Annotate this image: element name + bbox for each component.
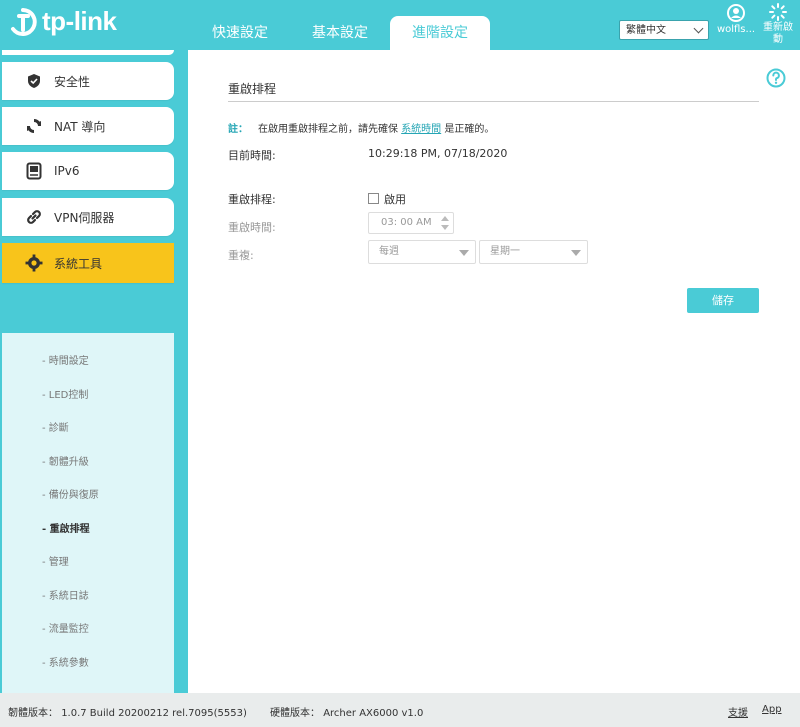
gear-icon xyxy=(22,254,46,272)
hardware-value: Archer AX6000 v1.0 xyxy=(323,708,424,719)
reboot-label: 重新啟動 xyxy=(763,22,793,45)
app-link[interactable]: App xyxy=(762,704,782,715)
chevron-down-icon xyxy=(693,23,704,34)
main-panel: 重啟排程 註： 在啟用重啟排程之前，請先確保 系統時間 是正確的。 目前時間: 1… xyxy=(188,50,800,693)
submenu-item-led-control[interactable]: - LED控制 xyxy=(42,389,88,403)
hardware-label: 硬體版本： xyxy=(270,708,320,719)
weekday-value: 星期一 xyxy=(490,246,520,257)
sidebar-item-label: 系統工具 xyxy=(54,256,103,271)
tp-link-logo[interactable]: tp-link xyxy=(8,6,117,37)
reboot-time-value: 03: 00 AM xyxy=(381,217,432,228)
sidebar: 安全性 NAT 導向 IPv6 VPN伺服器 系統工具 - 時間設定 - LED… xyxy=(0,50,188,693)
sidebar-item-security[interactable]: 安全性 xyxy=(2,62,174,100)
sidebar-item-ipv6[interactable]: IPv6 xyxy=(2,152,174,190)
tab-basic[interactable]: 基本設定 xyxy=(290,16,390,50)
sidebar-item-nat[interactable]: NAT 導向 xyxy=(2,107,174,145)
reboot-button[interactable]: 重新啟動 xyxy=(760,3,796,46)
sidebar-item-vpn[interactable]: VPN伺服器 xyxy=(2,198,174,236)
submenu-item-backup-restore[interactable]: - 備份與復原 xyxy=(42,489,99,503)
firmware-version: 韌體版本： 1.0.7 Build 20200212 rel.7095(5553… xyxy=(8,704,247,719)
submenu-item-firmware-upgrade[interactable]: - 韌體升級 xyxy=(42,456,89,470)
caret-down-icon xyxy=(571,250,581,256)
enable-label: 啟用 xyxy=(384,193,406,206)
sidebar-item-system-tools[interactable]: 系統工具 xyxy=(2,243,174,283)
repeat-label: 重複: xyxy=(228,249,254,262)
note-text: 註： 在啟用重啟排程之前，請先確保 系統時間 是正確的。 xyxy=(228,120,494,135)
tp-link-logo-icon xyxy=(11,7,37,36)
ipv6-icon xyxy=(22,162,46,180)
current-time-value: 10:29:18 PM, 07/18/2020 xyxy=(368,147,508,160)
note-before: 在啟用重啟排程之前，請先確保 xyxy=(258,124,398,135)
page-title: 重啟排程 xyxy=(228,82,277,96)
submenu-item-system-log[interactable]: - 系統日誌 xyxy=(42,590,89,604)
note-after: 是正確的。 xyxy=(444,124,495,135)
enable-checkbox[interactable] xyxy=(368,193,379,204)
submenu-item-system-parameters[interactable]: - 系統參數 xyxy=(42,657,89,671)
firmware-value: 1.0.7 Build 20200212 rel.7095(5553) xyxy=(61,708,247,719)
language-value: 繁體中文 xyxy=(626,25,666,36)
submenu-item-administration[interactable]: - 管理 xyxy=(42,556,69,570)
firmware-label: 韌體版本： xyxy=(8,708,58,719)
reboot-time-input[interactable]: 03: 00 AM xyxy=(368,212,454,234)
title-divider xyxy=(228,101,759,102)
tab-quick-setup[interactable]: 快速設定 xyxy=(190,16,290,50)
reboot-time-label: 重啟時間: xyxy=(228,221,276,234)
user-button[interactable]: wolfls... xyxy=(714,3,758,36)
nat-icon xyxy=(22,117,46,135)
submenu-item-reboot-schedule[interactable]: - 重啟排程 xyxy=(42,523,90,537)
support-link[interactable]: 支援 xyxy=(728,704,748,719)
repeat-value: 每週 xyxy=(379,246,399,257)
shield-icon xyxy=(22,73,46,89)
note-label: 註： xyxy=(228,124,248,135)
system-time-link[interactable]: 系統時間 xyxy=(401,124,441,135)
repeat-select[interactable]: 每週 xyxy=(368,240,476,264)
enable-checkbox-row[interactable]: 啟用 xyxy=(368,191,406,207)
sidebar-item-label: VPN伺服器 xyxy=(54,210,115,225)
top-header: tp-link 快速設定 基本設定 進階設定 繁體中文 wolfls... 重新… xyxy=(0,0,800,50)
sidebar-item-label: NAT 導向 xyxy=(54,119,106,134)
help-icon[interactable] xyxy=(766,68,786,88)
sidebar-item-partial[interactable] xyxy=(2,50,174,55)
tab-advanced[interactable]: 進階設定 xyxy=(390,16,490,50)
sidebar-item-label: IPv6 xyxy=(54,164,80,178)
sidebar-item-label: 安全性 xyxy=(54,74,91,89)
language-select[interactable]: 繁體中文 xyxy=(619,20,709,40)
user-icon xyxy=(727,4,745,22)
footer: 韌體版本： 1.0.7 Build 20200212 rel.7095(5553… xyxy=(0,693,800,727)
hardware-version: 硬體版本： Archer AX6000 v1.0 xyxy=(270,704,423,719)
user-label: wolfls... xyxy=(716,24,756,35)
save-button[interactable]: 儲存 xyxy=(687,288,759,313)
caret-down-icon xyxy=(459,250,469,256)
logo-text: tp-link xyxy=(42,6,117,36)
reboot-schedule-label: 重啟排程: xyxy=(228,193,276,206)
current-time-label: 目前時間: xyxy=(228,149,276,162)
main-tabs: 快速設定 基本設定 進階設定 xyxy=(190,16,490,50)
submenu-item-time-settings[interactable]: - 時間設定 xyxy=(42,355,89,369)
time-spinner-icon[interactable] xyxy=(440,215,450,231)
system-tools-submenu: - 時間設定 - LED控制 - 診斷 - 韌體升級 - 備份與復原 - 重啟排… xyxy=(2,333,174,693)
submenu-item-diagnostics[interactable]: - 診斷 xyxy=(42,422,69,436)
reboot-spinner-icon xyxy=(769,3,787,21)
weekday-select[interactable]: 星期一 xyxy=(479,240,588,264)
vpn-link-icon xyxy=(22,208,46,226)
submenu-item-traffic-monitor[interactable]: - 流量監控 xyxy=(42,623,89,637)
